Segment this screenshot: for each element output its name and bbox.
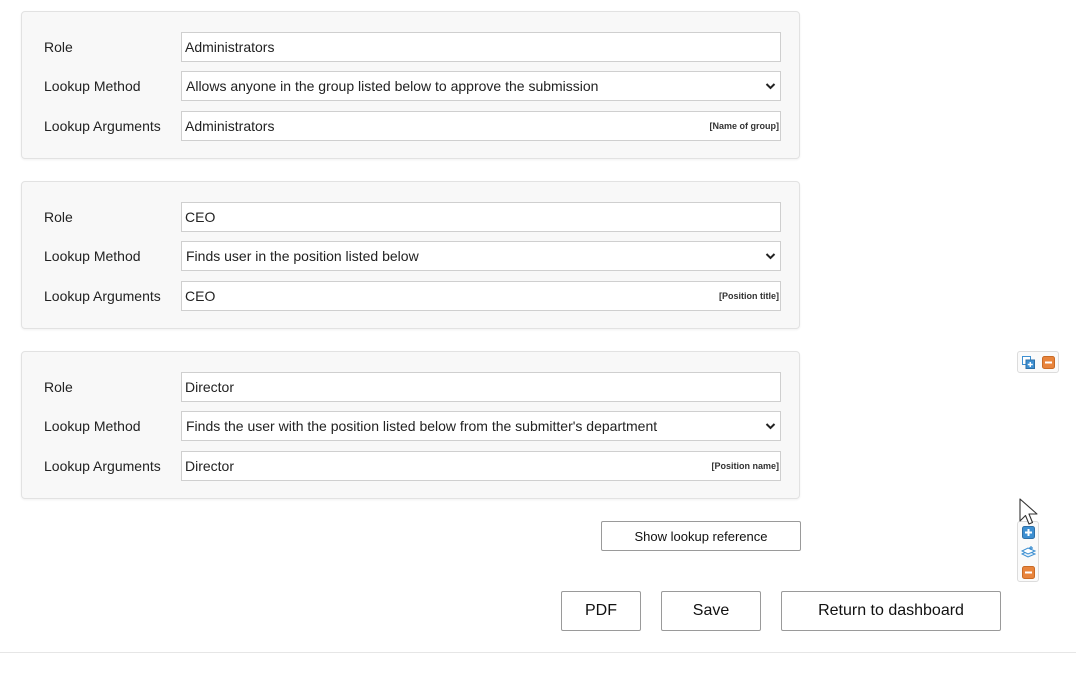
lookup-method-value: Finds user in the position listed below bbox=[186, 248, 419, 264]
chevron-down-icon bbox=[765, 83, 776, 90]
duplicate-icon[interactable] bbox=[1022, 356, 1035, 369]
lookup-arguments-label: Lookup Arguments bbox=[44, 118, 161, 134]
role-input[interactable]: CEO bbox=[181, 202, 781, 232]
lookup-method-select[interactable]: Allows anyone in the group listed below … bbox=[181, 71, 781, 101]
role-label: Role bbox=[44, 209, 73, 225]
sort-layers-icon[interactable] bbox=[1021, 545, 1036, 559]
save-button[interactable]: Save bbox=[661, 591, 761, 631]
lookup-arguments-input[interactable]: Director [Position name] bbox=[181, 451, 781, 481]
footer-divider bbox=[0, 652, 1076, 653]
lookup-method-value: Allows anyone in the group listed below … bbox=[186, 78, 599, 94]
lookup-method-select[interactable]: Finds the user with the position listed … bbox=[181, 411, 781, 441]
remove-icon[interactable] bbox=[1022, 566, 1035, 579]
row-controls bbox=[1017, 351, 1059, 373]
mouse-pointer-icon bbox=[1019, 498, 1038, 525]
lookup-method-label: Lookup Method bbox=[44, 418, 141, 434]
show-lookup-reference-button[interactable]: Show lookup reference bbox=[601, 521, 801, 551]
approver-card-director: Role Director Lookup Method Finds the us… bbox=[21, 351, 800, 499]
lookup-arguments-input[interactable]: CEO [Position title] bbox=[181, 281, 781, 311]
lookup-arguments-value: CEO bbox=[185, 288, 216, 304]
lookup-arguments-hint: [Position name] bbox=[711, 461, 779, 471]
approver-card-ceo: Role CEO Lookup Method Finds user in the… bbox=[21, 181, 800, 329]
lookup-method-value: Finds the user with the position listed … bbox=[186, 418, 658, 434]
role-label: Role bbox=[44, 39, 73, 55]
chevron-down-icon bbox=[765, 253, 776, 260]
lookup-method-label: Lookup Method bbox=[44, 78, 141, 94]
lookup-arguments-hint: [Name of group] bbox=[709, 121, 780, 131]
role-input[interactable]: Director bbox=[181, 372, 781, 402]
pdf-button[interactable]: PDF bbox=[561, 591, 641, 631]
lookup-method-select[interactable]: Finds user in the position listed below bbox=[181, 241, 781, 271]
lookup-arguments-value: Administrators bbox=[185, 118, 275, 134]
lookup-method-label: Lookup Method bbox=[44, 248, 141, 264]
return-to-dashboard-button[interactable]: Return to dashboard bbox=[781, 591, 1001, 631]
chevron-down-icon bbox=[765, 423, 776, 430]
approver-card-administrators: Role Administrators Lookup Method Allows… bbox=[21, 11, 800, 159]
remove-icon[interactable] bbox=[1042, 356, 1055, 369]
lookup-arguments-hint: [Position title] bbox=[719, 291, 779, 301]
role-label: Role bbox=[44, 379, 73, 395]
lookup-arguments-input[interactable]: Administrators [Name of group] bbox=[181, 111, 781, 141]
lookup-arguments-label: Lookup Arguments bbox=[44, 458, 161, 474]
lookup-arguments-label: Lookup Arguments bbox=[44, 288, 161, 304]
list-controls bbox=[1017, 521, 1039, 582]
add-icon[interactable] bbox=[1022, 526, 1035, 539]
lookup-arguments-value: Director bbox=[185, 458, 235, 474]
role-input[interactable]: Administrators bbox=[181, 32, 781, 62]
